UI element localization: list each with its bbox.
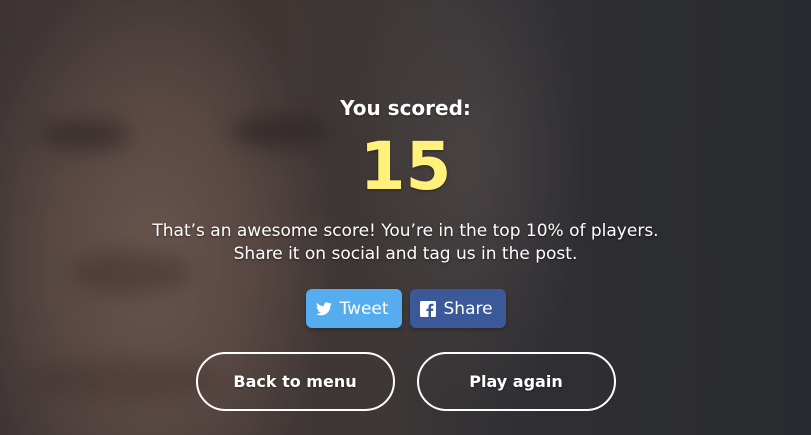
play-again-button[interactable]: Play again: [416, 352, 616, 411]
social-share-bar: Tweet Share: [0, 289, 811, 328]
tweet-button[interactable]: Tweet: [305, 289, 402, 328]
score-message: That’s an awesome score! You’re in the t…: [0, 220, 811, 266]
score-label: You scored:: [340, 96, 471, 120]
tweet-label: Tweet: [339, 298, 389, 319]
twitter-bird-icon: [315, 301, 332, 317]
score-message-line2: Share it on social and tag us in the pos…: [233, 244, 578, 264]
back-to-menu-button[interactable]: Back to menu: [195, 352, 395, 411]
score-panel: You scored: 15 That’s an awesome score! …: [0, 0, 811, 435]
action-buttons: Back to menu Play again: [0, 352, 811, 411]
facebook-icon: [419, 300, 436, 317]
score-value: 15: [359, 128, 452, 205]
share-label: Share: [443, 298, 493, 319]
facebook-share-button[interactable]: Share: [409, 289, 506, 328]
score-message-line1: That’s an awesome score! You’re in the t…: [152, 221, 659, 241]
